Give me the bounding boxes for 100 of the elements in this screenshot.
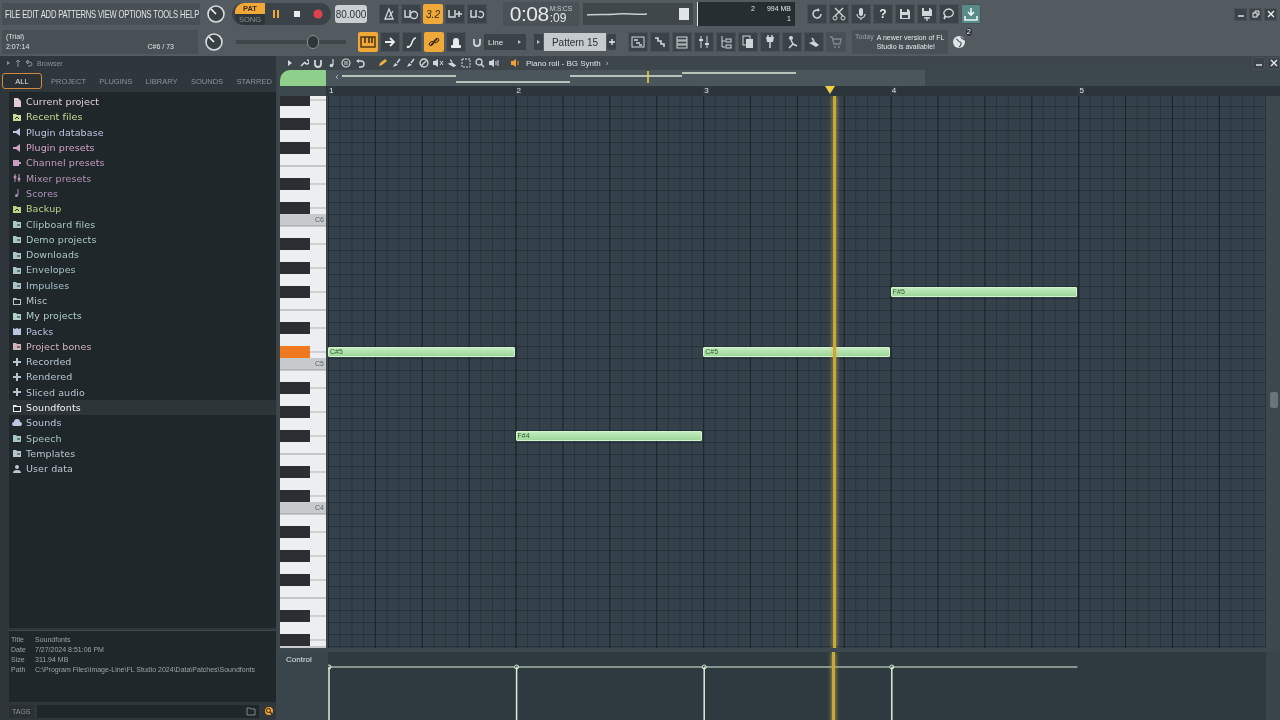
search-icon	[264, 706, 274, 716]
documents-button[interactable]	[738, 32, 758, 52]
playlist-button[interactable]	[628, 32, 648, 52]
zoom-button[interactable]	[474, 57, 486, 69]
toolbar-button[interactable]	[379, 4, 399, 24]
browser-item[interactable]: Downloads	[9, 246, 276, 263]
speaker-mute-button[interactable]	[432, 57, 444, 69]
microphone-button[interactable]	[851, 4, 871, 24]
folder-icon	[246, 706, 256, 716]
browser-item[interactable]: User data	[9, 461, 276, 477]
menu-item[interactable]: VIEW	[97, 7, 117, 21]
tempo-display[interactable]: 80.000	[335, 5, 367, 23]
snap-dropdown[interactable]: Line	[484, 34, 526, 50]
velocity-lane[interactable]	[328, 652, 1266, 720]
browser-item[interactable]: Current project	[9, 94, 276, 110]
title-arrow[interactable]: ›	[605, 58, 609, 68]
previous-pattern-button[interactable]	[534, 34, 543, 50]
browser-item[interactable]: Backup	[9, 201, 276, 217]
caret-icon	[536, 39, 541, 45]
menu-item[interactable]: TOOLS	[153, 7, 178, 21]
browser-item[interactable]: Templates	[9, 445, 276, 462]
undo-button[interactable]	[354, 57, 366, 69]
pattern-selector[interactable]: Pattern 15	[544, 33, 606, 51]
scissors-button[interactable]	[829, 4, 849, 24]
save-button[interactable]	[895, 4, 915, 24]
forbidden-button[interactable]	[418, 57, 430, 69]
figure-button[interactable]	[782, 32, 802, 52]
toolbar-button[interactable]	[380, 32, 400, 52]
list-icon	[675, 35, 689, 49]
tool-tab[interactable]	[280, 70, 326, 86]
browser-item[interactable]: Scores	[9, 185, 276, 202]
knob-icon	[206, 4, 226, 24]
browser-item[interactable]: Mixer presets	[9, 170, 276, 186]
circle-button[interactable]	[340, 57, 352, 69]
zoom-icon	[475, 58, 485, 68]
magnet-button[interactable]	[312, 57, 324, 69]
browser-item[interactable]: Speech	[9, 430, 276, 446]
menu-item[interactable]: OPTIONS	[118, 7, 152, 21]
pencil-button[interactable]	[376, 57, 388, 69]
help-button[interactable]: ?	[873, 4, 893, 24]
list-button[interactable]	[672, 32, 692, 52]
menu-item[interactable]: PATTERNS	[58, 7, 96, 21]
speaker-button[interactable]	[488, 57, 500, 69]
download-button[interactable]	[961, 4, 981, 24]
browser-item[interactable]: Rendered	[9, 369, 276, 385]
brush-button[interactable]	[404, 57, 416, 69]
close-button[interactable]	[1264, 7, 1277, 21]
tree-button[interactable]	[716, 32, 736, 52]
tags-field[interactable]	[36, 704, 259, 718]
menu-item[interactable]: ADD	[40, 7, 57, 21]
toolbar-button[interactable]	[424, 32, 444, 52]
toolbar-button[interactable]	[445, 4, 465, 24]
browser-item[interactable]: Plugin presets	[9, 139, 276, 156]
minimize-button[interactable]	[1234, 7, 1247, 21]
mixer-button[interactable]	[694, 32, 714, 52]
browser-item[interactable]: Recent files	[9, 109, 276, 125]
close-button[interactable]	[1267, 56, 1280, 70]
browser-item[interactable]: Sounds	[9, 415, 276, 431]
menu-item[interactable]: EDIT	[22, 7, 39, 21]
toolbar-button[interactable]	[401, 4, 421, 24]
toolbar-button[interactable]	[402, 32, 422, 52]
restore-button[interactable]	[1249, 7, 1262, 21]
timeline-ruler[interactable]: 1 2 3 4 5	[326, 86, 1280, 96]
browser-item[interactable]: Packs	[9, 323, 276, 339]
browser-item[interactable]: Channel presets	[9, 155, 276, 171]
plug-button[interactable]	[760, 32, 780, 52]
toolbar-button[interactable]	[358, 32, 378, 52]
knob-icon	[204, 32, 224, 52]
menu-item[interactable]: FILE	[5, 7, 21, 21]
steps-button[interactable]	[650, 32, 670, 52]
browser-item[interactable]: Envelopes	[9, 262, 276, 278]
browser-item[interactable]: Misc	[9, 292, 276, 309]
browser-item[interactable]: Soundfonts	[9, 399, 276, 416]
menu-item[interactable]: HELP	[179, 7, 199, 21]
browser-item[interactable]: Demo projects	[9, 231, 276, 247]
browser-item[interactable]: Clipboard files	[9, 216, 276, 232]
forbidden-icon	[419, 58, 429, 68]
toolbar-button[interactable]	[467, 4, 487, 24]
speech-bubble-button[interactable]	[939, 4, 959, 24]
search-button[interactable]	[262, 704, 276, 718]
loop-icon	[469, 7, 485, 21]
browser-item[interactable]: Impulses	[9, 277, 276, 293]
browser-item[interactable]: Project bones	[9, 338, 276, 355]
add-pattern-button[interactable]	[607, 34, 616, 50]
browser-item[interactable]: My projects	[9, 308, 276, 324]
export-button[interactable]	[917, 4, 937, 24]
toolbar-button[interactable]	[446, 32, 466, 52]
slider-thumb[interactable]	[307, 35, 319, 49]
piano-keyboard-drawing[interactable]	[280, 96, 326, 648]
toolbar-button[interactable]: 3.2	[423, 4, 443, 24]
minimize-button[interactable]	[1252, 56, 1265, 70]
control-lane-label[interactable]: Control	[286, 655, 312, 664]
brush-button[interactable]	[390, 57, 402, 69]
browser-item[interactable]: Plugin database	[9, 124, 276, 140]
browser-item[interactable]: Recorded	[9, 354, 276, 370]
browser-item[interactable]: Sliced audio	[9, 384, 276, 400]
refresh-button[interactable]	[807, 4, 827, 24]
cart-icon	[829, 35, 843, 49]
select-button[interactable]	[460, 57, 472, 69]
wrench-button[interactable]	[298, 57, 310, 69]
